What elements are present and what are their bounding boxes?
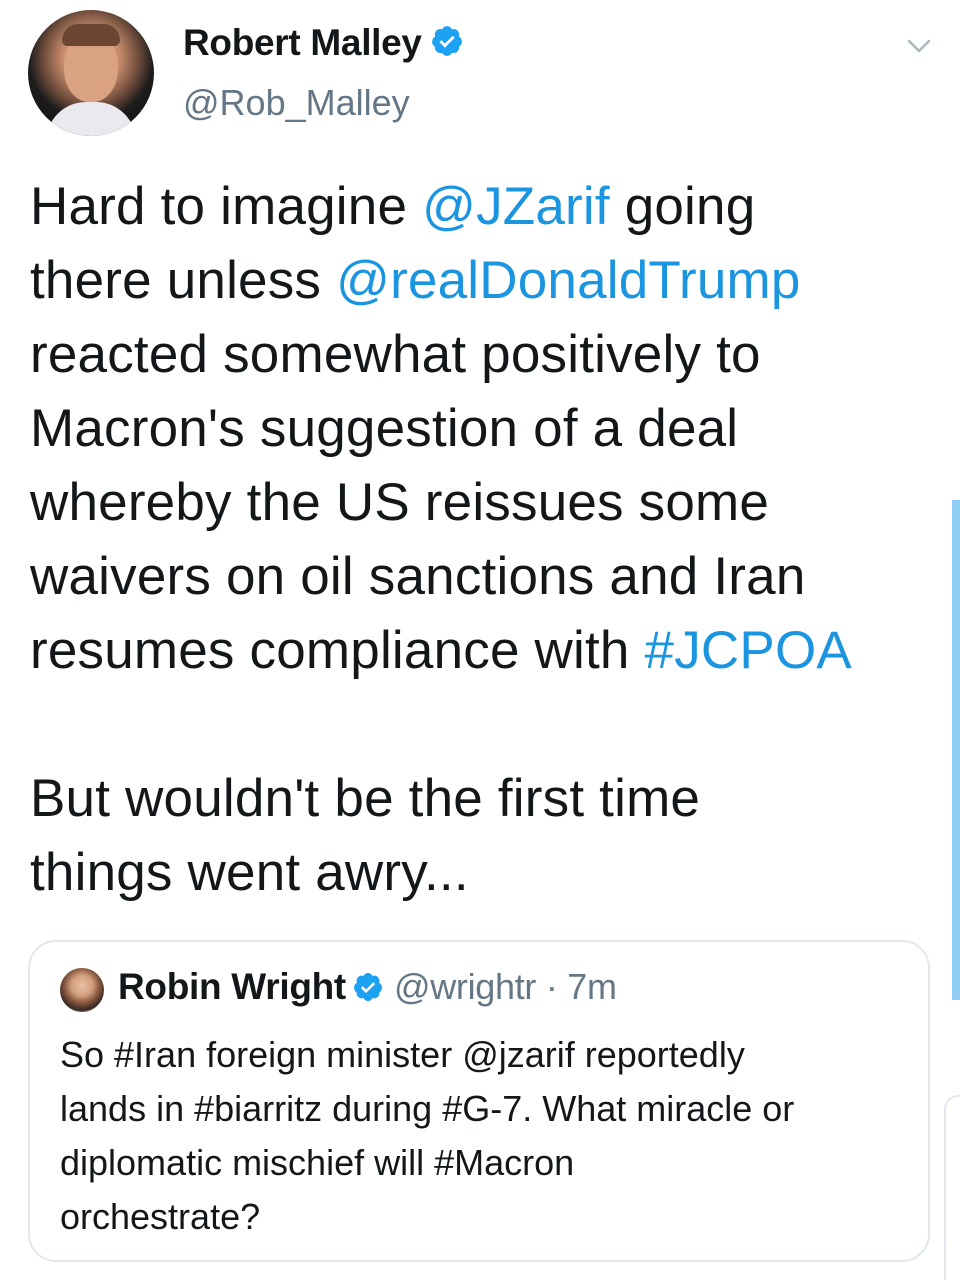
quoted-author-name[interactable]: Robin Wright [118,966,346,1007]
author-handle[interactable]: @Rob_Malley [183,82,410,124]
tweet-line: Macron's suggestion of a deal [30,392,950,466]
quoted-separator: · [545,966,558,1007]
tweet-line: Hard to imagine @JZarif going [30,170,950,244]
quoted-line: orchestrate? [60,1196,261,1237]
tweet-line: waivers on oil sanctions and Iran [30,540,950,614]
tweet-text-segment: going [609,177,756,236]
tweet-text-segment: whereby the US reissues some [30,473,770,532]
avatar-shirt [46,102,136,136]
quoted-author-avatar[interactable] [60,968,104,1012]
tweet-body: Hard to imagine @JZarif going there unles… [30,170,950,910]
tweet-text-segment: Macron's suggestion of a deal [30,399,739,458]
tweet-line: resumes compliance with #JCPOA [30,614,950,688]
quoted-verified-badge-icon [352,970,384,1012]
tweet-line: there unless @realDonaldTrump [30,244,950,318]
quoted-line: So #Iran foreign minister @jzarif report… [60,1034,745,1075]
tweet-text-segment: there unless [30,251,337,310]
quoted-line: diplomatic mischief will #Macron [60,1142,575,1183]
quoted-author-handle[interactable]: @wrightr [394,966,536,1007]
quoted-tweet-card[interactable]: Robin Wright @wrightr · 7m So #Iran fore… [28,940,930,1262]
tweet-line: things went awry... [30,836,950,910]
tweet-text-segment: reacted somewhat positively to [30,325,761,384]
tweet-line: But wouldn't be the first time [30,762,950,836]
mention-link[interactable]: @JZarif [422,177,610,236]
tweet-text-segment: things went awry... [30,843,469,902]
author-avatar[interactable] [28,10,154,136]
chevron-down-icon[interactable] [903,30,935,62]
tweet-text-segment: Hard to imagine [30,177,423,236]
tweet-text-segment: resumes compliance with [30,621,645,680]
tweet-line: reacted somewhat positively to [30,318,950,392]
quoted-line: lands in #biarritz during #G-7. What mir… [60,1088,795,1129]
tweet-text-segment: waivers on oil sanctions and Iran [30,547,806,606]
quoted-meta: @wrightr · 7m [394,966,617,1007]
quoted-author-header: Robin Wright @wrightr · 7m [118,966,617,1012]
tweet-text-segment: But wouldn't be the first time [30,769,701,828]
scroll-indicator[interactable] [952,500,960,1000]
author-name-text: Robert Malley [183,22,422,63]
avatar-hair [62,24,120,46]
quoted-timestamp[interactable]: 7m [567,966,617,1007]
tweet-line: whereby the US reissues some [30,466,950,540]
verified-badge-icon [430,24,464,67]
next-card-edge [944,1095,960,1280]
hashtag-link[interactable]: #JCPOA [645,621,852,680]
mention-link[interactable]: @realDonaldTrump [336,251,801,310]
tweet-detail-view: Robert Malley @Rob_Malley Hard to imagin… [0,0,960,1280]
quoted-tweet-body: So #Iran foreign minister @jzarif report… [60,1028,910,1244]
author-display-name[interactable]: Robert Malley [183,22,464,67]
